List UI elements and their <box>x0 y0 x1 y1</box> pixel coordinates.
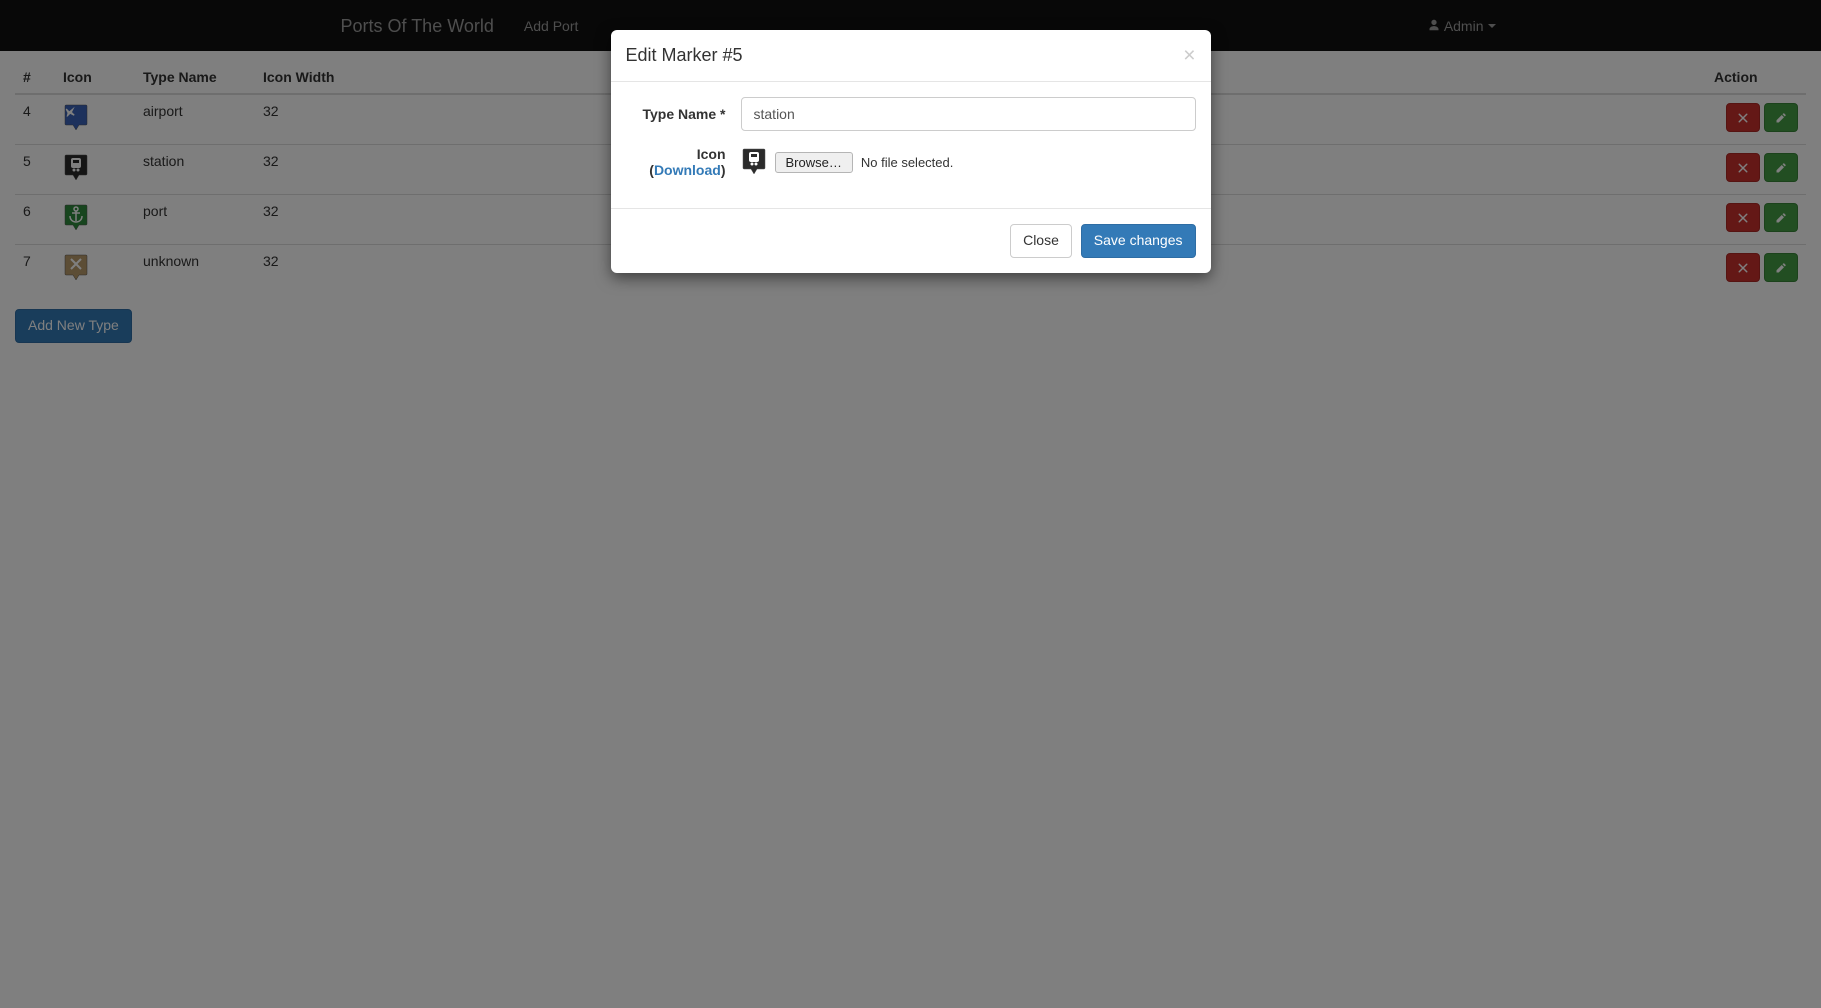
file-status-text: No file selected. <box>861 155 954 170</box>
close-button[interactable]: Close <box>1010 224 1072 258</box>
modal-body: Type Name * Icon (Download) Browse… No f… <box>611 82 1211 208</box>
modal-close-button[interactable]: × <box>1183 45 1195 66</box>
icon-preview <box>741 147 767 177</box>
modal-header: Edit Marker #5 × <box>611 30 1211 82</box>
type-name-label: Type Name * <box>626 106 741 122</box>
browse-button[interactable]: Browse… <box>775 152 853 173</box>
modal-footer: Close Save changes <box>611 208 1211 273</box>
icon-label-suffix: ) <box>721 162 726 178</box>
type-name-input[interactable] <box>741 97 1196 131</box>
edit-marker-modal: Edit Marker #5 × Type Name * Icon (Downl… <box>611 30 1211 273</box>
icon-label: Icon (Download) <box>626 146 741 178</box>
download-link[interactable]: Download <box>654 162 721 178</box>
modal-title: Edit Marker #5 <box>626 45 743 66</box>
save-changes-button[interactable]: Save changes <box>1081 224 1196 258</box>
